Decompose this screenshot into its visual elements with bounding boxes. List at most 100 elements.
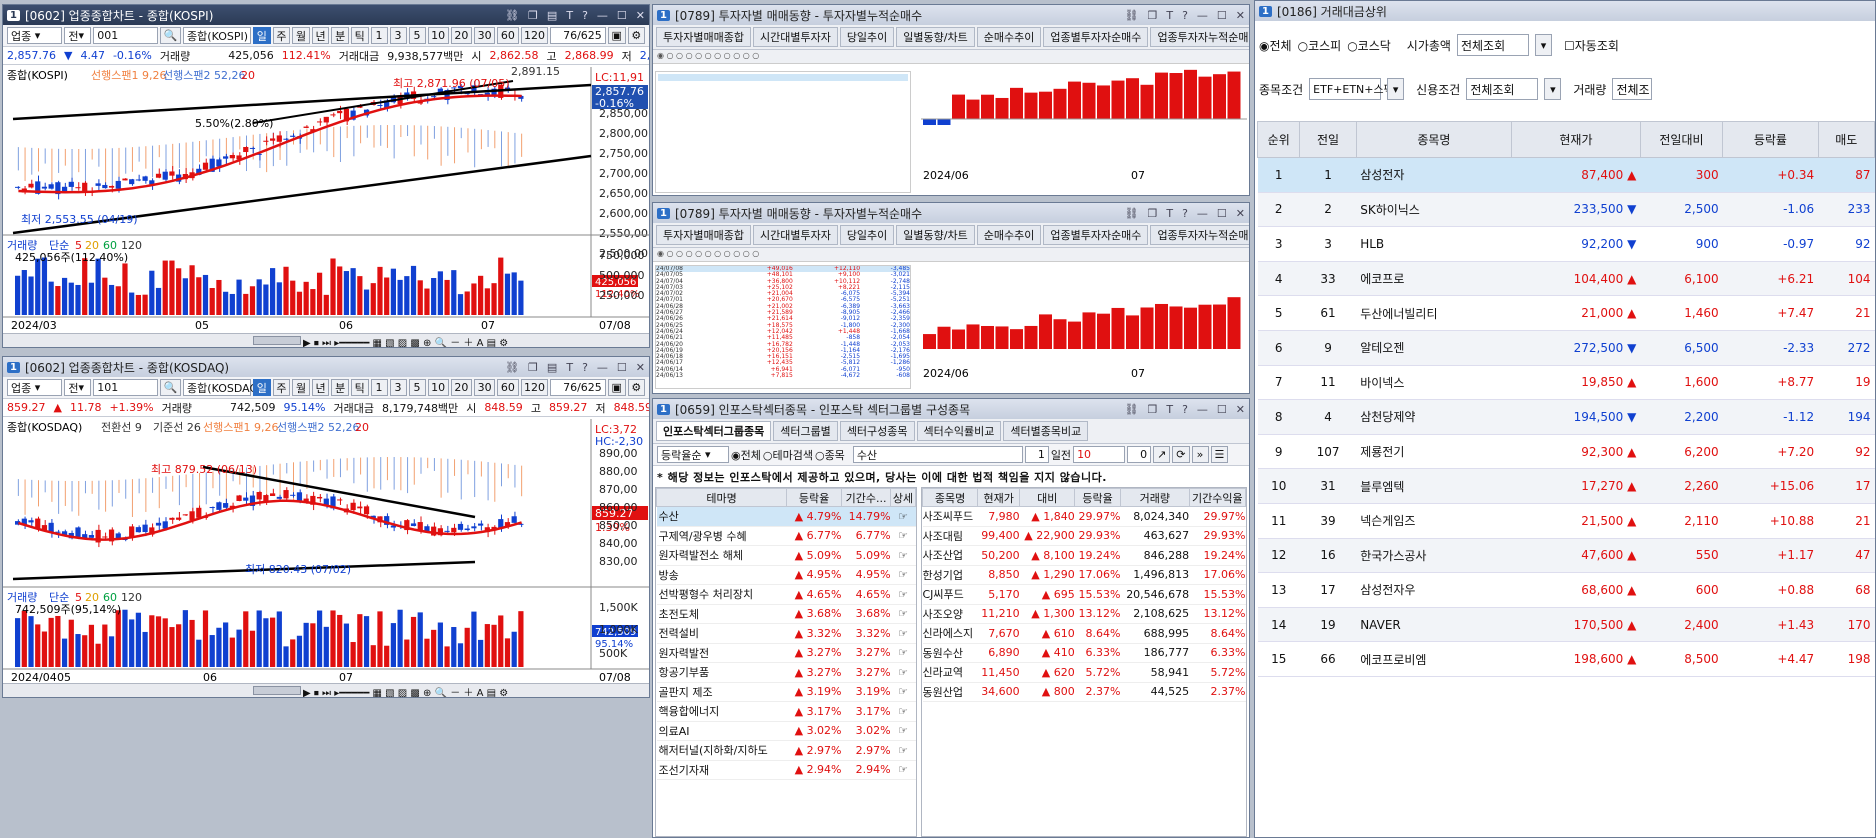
help-icon[interactable]: ? xyxy=(1182,9,1188,22)
interval-5-button[interactable]: 5 xyxy=(408,27,426,44)
radio-kosdaq[interactable]: ○코스닥 xyxy=(1347,37,1391,54)
minimize-icon[interactable]: — xyxy=(1197,403,1208,416)
period-month-button[interactable]: 월 xyxy=(292,27,310,44)
arrow-icon[interactable]: ↗ xyxy=(1153,446,1171,463)
restore-icon[interactable]: ❐ xyxy=(1147,9,1157,22)
help-icon[interactable]: ? xyxy=(582,9,588,22)
settings-icon[interactable]: ⚙ xyxy=(627,379,645,396)
stock-row[interactable]: 동원수산 6,890 ▲ 410 6.33% 186,777 6.33% xyxy=(922,643,1246,663)
title-bar[interactable]: 1 [0789] 투자자별 매매동향 - 투자자별누적순매수 ⛓ ❐ T? — ☐ ✕ xyxy=(653,5,1249,25)
tab-daily-chart[interactable]: 일별동향/차트 xyxy=(896,27,975,47)
print-icon[interactable]: ▤ xyxy=(547,361,557,374)
settings-icon[interactable]: ⚙ xyxy=(627,27,645,44)
column-header[interactable]: 현재가 xyxy=(1511,121,1641,158)
period-year-button[interactable]: 년 xyxy=(311,379,330,396)
detail-icon[interactable]: ☞ xyxy=(890,721,916,741)
text-icon[interactable]: T xyxy=(566,361,573,374)
rank-row[interactable]: 6 9 알테오젠 272,500 ▼ 6,500 -2.33 272 xyxy=(1257,330,1875,366)
interval-10-button[interactable]: 10 xyxy=(427,379,449,396)
cond-dropdown-icon[interactable]: ▾ xyxy=(1387,78,1405,100)
title-bar[interactable]: 1 [0602] 업종종합차트 - 종합(KOSDAQ) ⛓ ❐ ▤ T? — ☐ ✕ xyxy=(3,357,649,377)
theme-row[interactable]: 전력설비 ▲ 3.32% 3.32% ☞ xyxy=(656,623,916,644)
detail-icon[interactable]: ☞ xyxy=(890,545,916,566)
theme-row[interactable]: 의료AI ▲ 3.02% 3.02% ☞ xyxy=(656,721,916,741)
restore-icon[interactable]: ❐ xyxy=(1147,403,1157,416)
count-field[interactable]: 76/625 xyxy=(550,27,606,44)
tab-sector-group[interactable]: 섹터그룹별 xyxy=(773,421,838,441)
investor-mini-table[interactable]: 24/07/08 +49,016 +12,110 -3,485 24/07/05 +48,… xyxy=(655,265,911,389)
maximize-icon[interactable]: ☐ xyxy=(1217,207,1227,220)
radio-stock[interactable]: ○종목 xyxy=(815,447,845,463)
title-bar[interactable]: 1 [0186] 거래대금상위 xyxy=(1255,1,1875,21)
stock-row[interactable]: 사조오양 11,210 ▲ 1,300 13.12% 2,108,625 13.12% xyxy=(922,604,1246,624)
investor-bar-chart-1[interactable]: 2024/06 07 xyxy=(921,67,1247,189)
rank-row[interactable]: 7 11 바이넥스 19,850 ▲ 1,600 +8.77 19 xyxy=(1257,365,1875,401)
interval-120-button[interactable]: 120 xyxy=(520,379,549,396)
link-icon[interactable]: ⛓ xyxy=(1124,9,1138,22)
help-icon[interactable]: ? xyxy=(1182,403,1188,416)
rank-row[interactable]: 3 3 HLB 92,200 ▼ 900 -0.97 92 xyxy=(1257,226,1875,262)
text-icon[interactable]: T xyxy=(566,9,573,22)
rank-row[interactable]: 11 39 넥슨게임즈 21,500 ▲ 2,110 +10.88 21 xyxy=(1257,503,1875,539)
text-icon[interactable]: T xyxy=(1166,207,1173,220)
column-header[interactable]: 종목명 xyxy=(1355,121,1513,158)
detail-icon[interactable]: ☞ xyxy=(890,701,916,722)
tab-sector-cumulative[interactable]: 업종투자자누적순매수 xyxy=(1150,27,1249,47)
cond-select[interactable]: ETF+ETN+스팩 xyxy=(1309,78,1394,100)
column-header[interactable]: 순위 xyxy=(1256,121,1301,158)
period-week-button[interactable]: 주 xyxy=(272,379,291,396)
column-header[interactable]: 등락률 xyxy=(1722,121,1819,158)
print-icon[interactable]: ▤ xyxy=(547,9,557,22)
credit-select[interactable]: 전체조회 xyxy=(1466,78,1539,100)
save-icon[interactable]: ▣ xyxy=(607,27,626,44)
close-icon[interactable]: ✕ xyxy=(636,9,645,22)
link-icon[interactable]: ⛓ xyxy=(505,9,519,22)
column-header[interactable]: 전일대비 xyxy=(1639,121,1724,158)
column-header[interactable]: 매도 xyxy=(1817,121,1875,158)
chart-scrollbar[interactable]: ▶ ⏹ ⏭ ▸━━━━━ ▦ ▧ ▨ ▩ ⊕ 🔍 － ＋ A ▤ ⚙ xyxy=(3,683,649,697)
radio-all[interactable]: ◉전체 xyxy=(731,447,761,463)
sector-name-field[interactable]: 수산 xyxy=(852,446,1023,463)
link-icon[interactable]: ⛓ xyxy=(1124,403,1138,416)
tab-daily-trend[interactable]: 당일추이 xyxy=(839,225,895,245)
column-header[interactable]: 현재가 xyxy=(977,488,1021,507)
value2-input[interactable]: 0 xyxy=(1127,446,1152,463)
tab-investor-summary[interactable]: 투자자별매매종합 xyxy=(656,225,751,245)
title-bar[interactable]: 1 [0659] 인포스탁섹터종목 - 인포스탁 섹터그룹별 구성종목 ⛓ ❐ T?… xyxy=(653,399,1249,419)
period-day-button[interactable]: 일 xyxy=(253,27,271,44)
period-select[interactable]: 전 ▾ xyxy=(64,379,92,396)
maximize-icon[interactable]: ☐ xyxy=(617,361,627,374)
rank-row[interactable]: 10 31 블루엠텍 17,270 ▲ 2,260 +15.06 17 xyxy=(1257,468,1875,504)
theme-row[interactable]: 원자력발전 ▲ 3.27% 3.27% ☞ xyxy=(656,643,916,663)
stock-row[interactable]: 동원산업 34,600 ▲ 800 2.37% 44,525 2.37% xyxy=(922,682,1246,702)
interval-3-button[interactable]: 3 xyxy=(389,379,407,396)
interval-120-button[interactable]: 120 xyxy=(520,27,549,44)
detail-icon[interactable]: ☞ xyxy=(890,584,916,605)
restore-icon[interactable]: ❐ xyxy=(528,361,538,374)
maximize-icon[interactable]: ☐ xyxy=(1217,9,1227,22)
radio-kospi[interactable]: ○코스피 xyxy=(1298,37,1342,54)
tab-net-buy-trend[interactable]: 순매수추이 xyxy=(976,225,1042,245)
investor-bar-chart-2[interactable]: 2024/06 07 xyxy=(921,265,1247,387)
stock-row[interactable]: 사조산업 50,200 ▲ 8,100 19.24% 846,288 19.24% xyxy=(922,545,1246,566)
text-icon[interactable]: T xyxy=(1166,9,1173,22)
interval-1-button[interactable]: 1 xyxy=(370,27,388,44)
column-header[interactable]: 대비 xyxy=(1019,488,1076,507)
minimize-icon[interactable]: — xyxy=(597,361,608,374)
mcap-select[interactable]: 전체조회 xyxy=(1456,34,1529,56)
theme-row[interactable]: 구제역/광우병 수혜 ▲ 6.77% 6.77% ☞ xyxy=(656,526,916,546)
count-field[interactable]: 76/625 xyxy=(550,379,606,396)
maximize-icon[interactable]: ☐ xyxy=(617,9,627,22)
column-header[interactable]: 종목명 xyxy=(922,488,979,507)
tab-sector-return-compare[interactable]: 섹터수익률비교 xyxy=(916,421,1002,441)
playback-controls[interactable]: ▶ ⏹ ⏭ ▸━━━━━ ▦ ▧ ▨ ▩ ⊕ 🔍 － ＋ A ▤ ⚙ xyxy=(303,334,508,347)
detail-icon[interactable]: ☞ xyxy=(890,526,916,546)
forward-icon[interactable]: » xyxy=(1191,446,1209,463)
theme-row[interactable]: 핵융합에너지 ▲ 3.17% 3.17% ☞ xyxy=(656,701,916,722)
detail-icon[interactable]: ☞ xyxy=(890,506,916,527)
investor-filter-bar[interactable]: ◉ ○ ○ ○ ○ ○ ○ ○ ○ ○ ○ xyxy=(653,50,1249,64)
tab-investor-summary[interactable]: 투자자별매매종합 xyxy=(656,27,751,47)
title-bar[interactable]: 1 [0789] 투자자별 매매동향 - 투자자별누적순매수 ⛓ ❐ T? — ☐ ✕ xyxy=(653,203,1249,223)
theme-row[interactable]: 방송 ▲ 4.95% 4.95% ☞ xyxy=(656,565,916,585)
detail-icon[interactable]: ☞ xyxy=(890,760,916,780)
